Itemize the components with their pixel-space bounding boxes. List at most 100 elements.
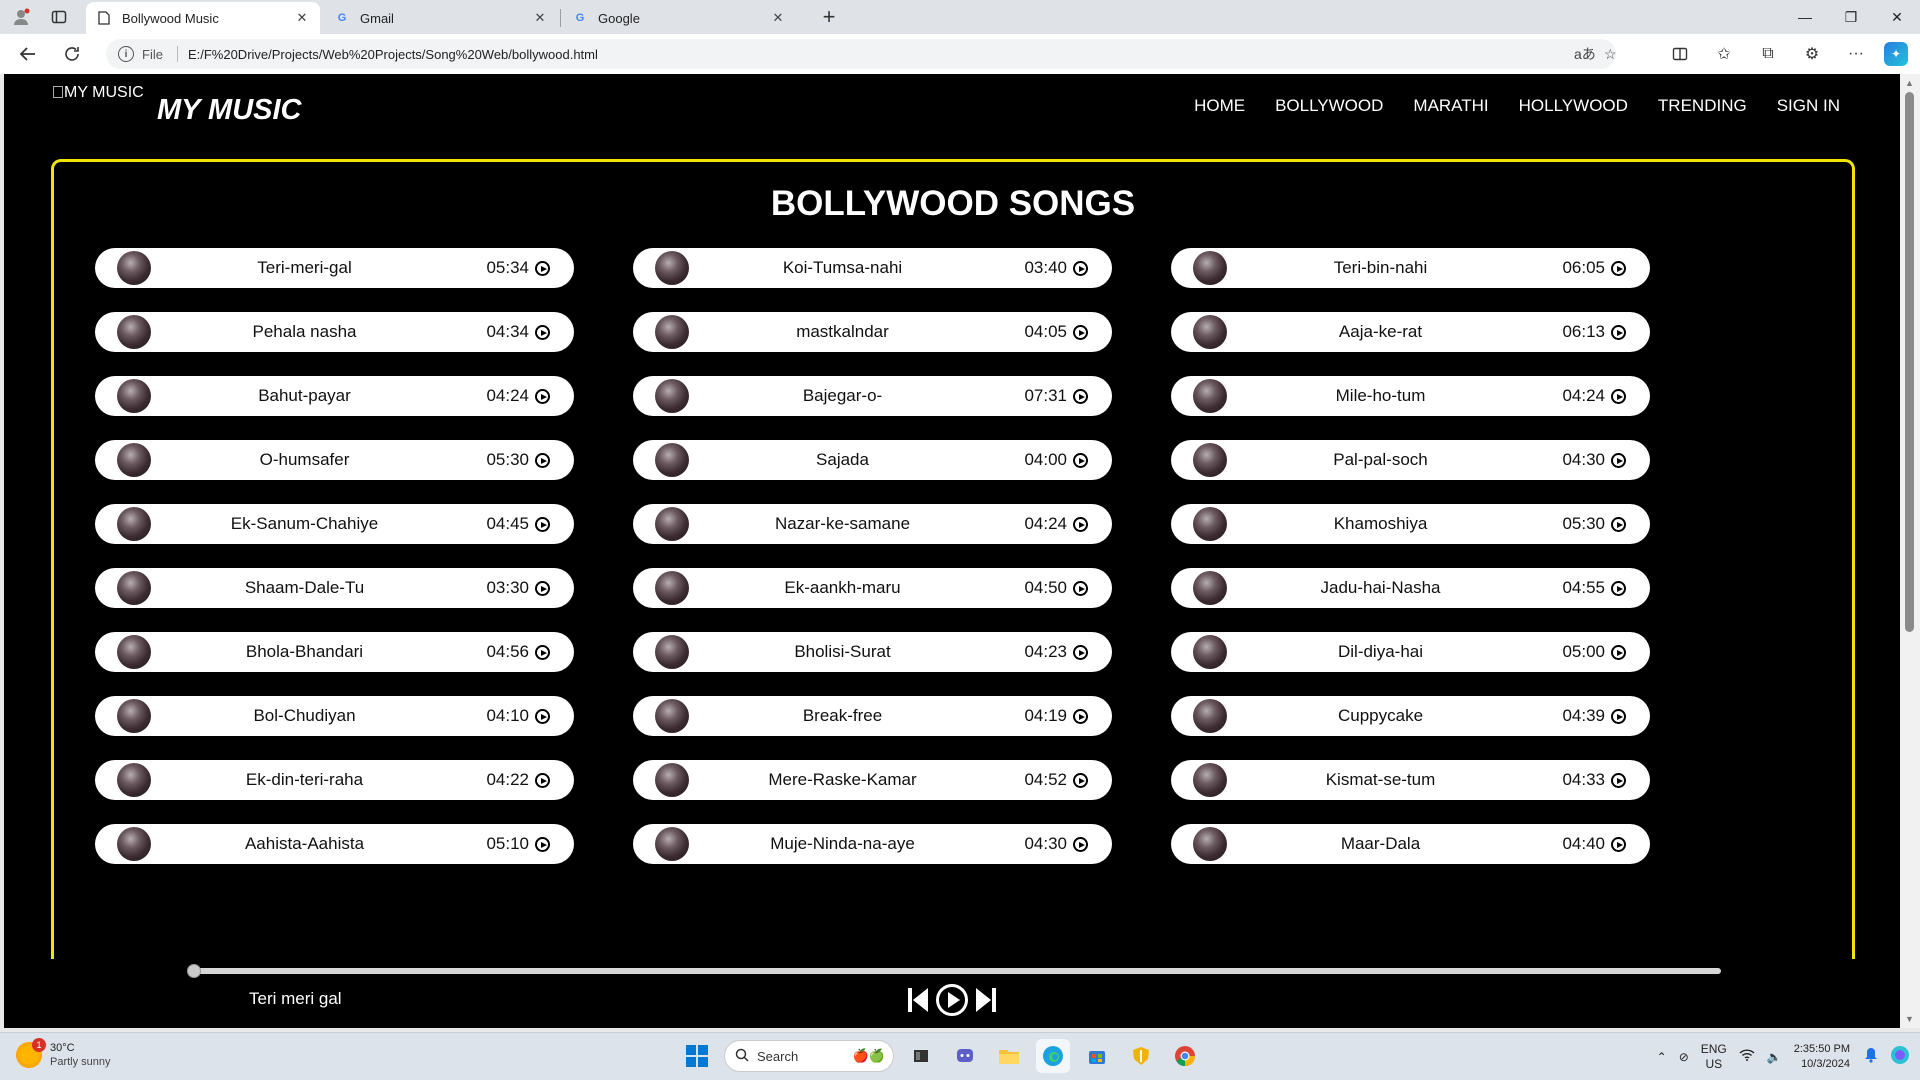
volume-icon[interactable]: 🔈 <box>1767 1050 1782 1065</box>
play-circle-icon[interactable] <box>1611 773 1626 788</box>
song-card[interactable]: Bhola-Bhandari 04:56 <box>95 632 574 672</box>
network-off-icon[interactable]: ⊘ <box>1679 1050 1689 1065</box>
chrome-icon[interactable] <box>1168 1039 1202 1073</box>
song-card[interactable]: Bholisi-Surat 04:23 <box>633 632 1112 672</box>
favorites-icon[interactable]: ✩ <box>1712 42 1736 66</box>
store-icon[interactable] <box>1080 1039 1114 1073</box>
logo-image[interactable]: MY MUSIC <box>53 84 144 102</box>
play-circle-icon[interactable] <box>535 645 550 660</box>
teams-icon[interactable] <box>948 1039 982 1073</box>
song-card[interactable]: Bajegar-o- 07:31 <box>633 376 1112 416</box>
previous-track-button[interactable] <box>906 985 930 1015</box>
song-card[interactable]: Jadu-hai-Nasha 04:55 <box>1171 568 1650 608</box>
song-card[interactable]: Cuppycake 04:39 <box>1171 696 1650 736</box>
back-arrow-icon[interactable] <box>16 42 40 66</box>
play-circle-icon[interactable] <box>1073 645 1088 660</box>
nav-hollywood[interactable]: HOLLYWOOD <box>1519 96 1628 116</box>
read-aloud-icon[interactable]: aあ <box>1574 39 1596 69</box>
nav-home[interactable]: HOME <box>1194 96 1245 116</box>
nav-sign-in[interactable]: SIGN IN <box>1777 96 1840 116</box>
close-icon[interactable]: ✕ <box>294 10 310 26</box>
song-card[interactable]: Ek-aankh-maru 04:50 <box>633 568 1112 608</box>
song-card[interactable]: Bahut-payar 04:24 <box>95 376 574 416</box>
play-circle-icon[interactable] <box>1073 581 1088 596</box>
split-screen-icon[interactable] <box>1668 42 1692 66</box>
profile-icon[interactable] <box>10 6 32 28</box>
play-circle-icon[interactable] <box>1073 325 1088 340</box>
play-circle-icon[interactable] <box>1611 645 1626 660</box>
song-card[interactable]: Teri-meri-gal 05:34 <box>95 248 574 288</box>
address-bar[interactable]: i File E:/F%20Drive/Projects/Web%20Proje… <box>106 39 1617 69</box>
weather-widget[interactable]: 1 30°C Partly sunny <box>16 1038 111 1069</box>
play-circle-icon[interactable] <box>535 837 550 852</box>
nav-marathi[interactable]: MARATHI <box>1413 96 1488 116</box>
language-indicator[interactable]: ENG US <box>1701 1042 1727 1072</box>
tab-google[interactable]: G Google ✕ <box>562 2 796 34</box>
scroll-down-icon[interactable]: ▼ <box>1905 1014 1914 1024</box>
play-circle-icon[interactable] <box>535 581 550 596</box>
song-card[interactable]: Koi-Tumsa-nahi 03:40 <box>633 248 1112 288</box>
nav-trending[interactable]: TRENDING <box>1658 96 1747 116</box>
close-icon[interactable]: ✕ <box>532 10 548 26</box>
chevron-up-icon[interactable]: ⌃ <box>1657 1050 1667 1065</box>
play-circle-icon[interactable] <box>1073 709 1088 724</box>
collections-icon[interactable]: ⧉ <box>1756 42 1780 66</box>
song-card[interactable]: Sajada 04:00 <box>633 440 1112 480</box>
song-card[interactable]: Dil-diya-hai 05:00 <box>1171 632 1650 672</box>
play-circle-icon[interactable] <box>535 709 550 724</box>
tab-actions-icon[interactable] <box>48 6 70 28</box>
play-circle-icon[interactable] <box>1073 837 1088 852</box>
song-card[interactable]: Nazar-ke-samane 04:24 <box>633 504 1112 544</box>
brave-shield-icon[interactable] <box>1124 1039 1158 1073</box>
taskbar-search[interactable]: Search 🍎🍏 <box>724 1040 894 1072</box>
new-tab-button[interactable]: + <box>816 4 842 30</box>
song-card[interactable]: Bol-Chudiyan 04:10 <box>95 696 574 736</box>
song-card[interactable]: Ek-din-teri-raha 04:22 <box>95 760 574 800</box>
play-circle-icon[interactable] <box>1611 389 1626 404</box>
window-close-button[interactable]: ✕ <box>1874 4 1920 30</box>
play-button[interactable] <box>936 984 968 1016</box>
song-card[interactable]: Shaam-Dale-Tu 03:30 <box>95 568 574 608</box>
tab-gmail[interactable]: G Gmail ✕ <box>324 2 558 34</box>
play-circle-icon[interactable] <box>535 325 550 340</box>
more-menu-icon[interactable]: ··· <box>1844 42 1868 66</box>
play-circle-icon[interactable] <box>1611 581 1626 596</box>
play-circle-icon[interactable] <box>535 261 550 276</box>
play-circle-icon[interactable] <box>1073 453 1088 468</box>
play-circle-icon[interactable] <box>1073 773 1088 788</box>
nav-bollywood[interactable]: BOLLYWOOD <box>1275 96 1383 116</box>
start-button[interactable] <box>680 1039 714 1073</box>
song-card[interactable]: Mere-Raske-Kamar 04:52 <box>633 760 1112 800</box>
play-circle-icon[interactable] <box>535 517 550 532</box>
system-clock[interactable]: 2:35:50 PM 10/3/2024 <box>1794 1042 1850 1072</box>
play-circle-icon[interactable] <box>1073 389 1088 404</box>
file-explorer-dark-icon[interactable] <box>904 1039 938 1073</box>
minimize-button[interactable]: — <box>1782 4 1828 30</box>
play-circle-icon[interactable] <box>535 389 550 404</box>
play-circle-icon[interactable] <box>1611 453 1626 468</box>
song-card[interactable]: mastkalndar 04:05 <box>633 312 1112 352</box>
folder-icon[interactable] <box>992 1039 1026 1073</box>
play-circle-icon[interactable] <box>1611 709 1626 724</box>
play-circle-icon[interactable] <box>1073 261 1088 276</box>
copilot-icon[interactable]: ✦ <box>1884 42 1908 66</box>
progress-bar[interactable] <box>187 964 1721 978</box>
notification-bell-icon[interactable] <box>1864 1047 1878 1067</box>
song-card[interactable]: Mile-ho-tum 04:24 <box>1171 376 1650 416</box>
extensions-icon[interactable]: ⚙ <box>1800 42 1824 66</box>
page-scrollbar[interactable]: ▲ ▼ <box>1900 74 1920 1028</box>
copilot-taskbar-icon[interactable] <box>1890 1045 1910 1069</box>
wifi-icon[interactable] <box>1739 1049 1755 1065</box>
song-card[interactable]: Teri-bin-nahi 06:05 <box>1171 248 1650 288</box>
play-circle-icon[interactable] <box>1611 517 1626 532</box>
close-icon[interactable]: ✕ <box>770 10 786 26</box>
song-card[interactable]: Ek-Sanum-Chahiye 04:45 <box>95 504 574 544</box>
url-text[interactable]: E:/F%20Drive/Projects/Web%20Projects/Son… <box>188 47 598 62</box>
edge-icon[interactable] <box>1036 1039 1070 1073</box>
play-circle-icon[interactable] <box>535 773 550 788</box>
scrollbar-thumb[interactable] <box>1905 92 1914 632</box>
play-circle-icon[interactable] <box>535 453 550 468</box>
reload-icon[interactable] <box>60 42 84 66</box>
next-track-button[interactable] <box>974 985 998 1015</box>
song-card[interactable]: Break-free 04:19 <box>633 696 1112 736</box>
